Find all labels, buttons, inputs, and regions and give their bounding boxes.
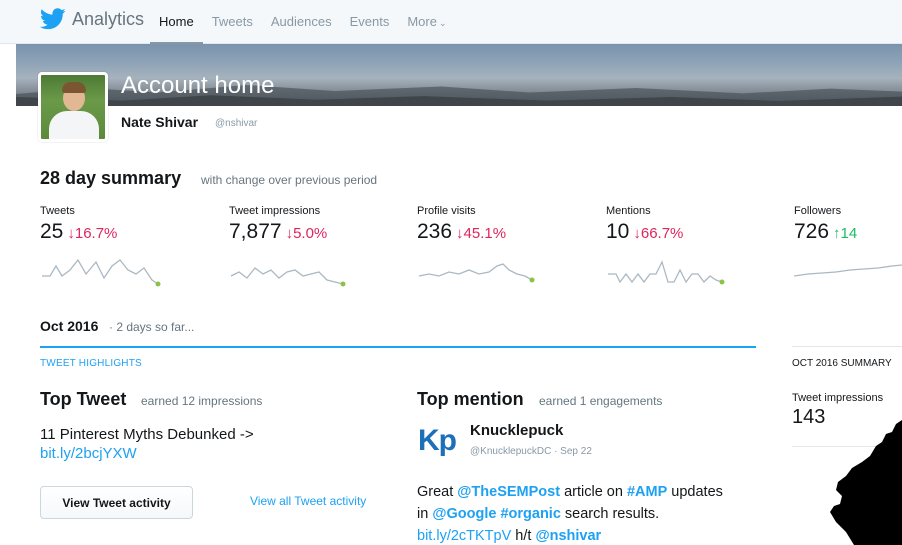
- stat-label: Followers: [794, 205, 842, 217]
- tab-home[interactable]: Home: [150, 0, 203, 45]
- month-impressions-value: 143: [792, 406, 826, 428]
- stat-label: Profile visits: [417, 205, 476, 217]
- stat-profile-visits[interactable]: Profile visits 236 ↓45.1%: [417, 205, 542, 292]
- stat-value: 25: [40, 220, 64, 243]
- highlights-label: TWEET HIGHLIGHTS: [40, 358, 142, 369]
- stat-change: ↓5.0%: [285, 225, 328, 242]
- stat-mentions[interactable]: Mentions 10 ↓66.7%: [606, 205, 731, 292]
- mention-url-link[interactable]: bit.ly/2cTKTpV: [417, 528, 511, 544]
- tab-tweets[interactable]: Tweets: [203, 0, 262, 44]
- avatar-hair: [62, 82, 86, 93]
- stat-value: 7,877: [229, 220, 282, 243]
- stat-value: 236: [417, 220, 453, 243]
- top-tweet-text[interactable]: 11 Pinterest Myths Debunked ->: [40, 424, 254, 445]
- stat-label: Tweet impressions: [229, 205, 321, 217]
- user-name[interactable]: Nate Shivar: [121, 114, 198, 130]
- mention-author-handle: @KnucklepuckDC · Sep 22: [470, 446, 592, 457]
- stat-followers[interactable]: Followers 726 ↑14: [794, 205, 902, 292]
- top-nav: Analytics Home Tweets Audiences Events M…: [0, 0, 902, 45]
- month-summary-label: OCT 2016 SUMMARY: [792, 358, 892, 369]
- month-heading: Oct 2016: [40, 318, 99, 334]
- avatar-shirt: [49, 111, 99, 139]
- brand[interactable]: Analytics: [40, 8, 144, 30]
- stat-label: Tweets: [40, 205, 75, 217]
- summary-subheading: with change over previous period: [201, 173, 378, 187]
- stat-value: 10: [606, 220, 630, 243]
- summary-heading: 28 day summary: [40, 168, 182, 188]
- sparkline-followers: [794, 264, 902, 277]
- mention-avatar-logo[interactable]: Kp: [418, 424, 457, 458]
- mention-link-thesempost[interactable]: @TheSEMPost: [457, 484, 560, 500]
- view-tweet-activity-button[interactable]: View Tweet activity: [40, 486, 193, 519]
- nav-tabs: Home Tweets Audiences Events More ⌄: [150, 0, 456, 45]
- mention-text-part: article on: [560, 484, 627, 500]
- mention-link-nshivar[interactable]: @nshivar: [535, 528, 601, 544]
- sparkline-mentions: [608, 260, 725, 285]
- tab-more-label: More: [407, 14, 437, 29]
- top-mention-subheading: earned 1 engagements: [539, 394, 663, 408]
- top-tweet-subheading: earned 12 impressions: [141, 394, 263, 408]
- twitter-bird-icon: [40, 8, 66, 30]
- mention-link-google[interactable]: @Google: [432, 506, 496, 522]
- stat-impressions[interactable]: Tweet impressions 7,877 ↓5.0%: [229, 205, 354, 292]
- sparkline-profile-visits: [418, 263, 535, 283]
- top-tweet-link[interactable]: bit.ly/2bcjYXW: [40, 445, 137, 462]
- hashtag-amp[interactable]: #AMP: [627, 484, 667, 500]
- month-subheading: · 2 days so far...: [109, 320, 195, 334]
- sparkline-impressions: [230, 267, 346, 287]
- month-impressions-label: Tweet impressions: [792, 392, 884, 404]
- stat-change: ↓45.1%: [456, 225, 507, 242]
- highlights-divider: [40, 346, 756, 348]
- tab-events[interactable]: Events: [341, 0, 399, 44]
- mention-text: Great @TheSEMPost article on #AMP update…: [417, 481, 727, 545]
- mention-text-part: search results.: [560, 506, 660, 522]
- top-mention-heading: Top mention: [417, 389, 524, 409]
- tab-audiences[interactable]: Audiences: [262, 0, 341, 44]
- top-tweet-heading: Top Tweet: [40, 389, 127, 409]
- view-all-tweet-activity-link[interactable]: View all Tweet activity: [250, 494, 366, 508]
- stat-change: ↓66.7%: [633, 225, 684, 242]
- stat-value: 726: [794, 220, 830, 243]
- tab-more[interactable]: More ⌄: [398, 0, 455, 44]
- mention-text-part: h/t: [511, 528, 536, 544]
- brand-label: Analytics: [72, 8, 145, 29]
- month-summary-divider: [792, 346, 902, 347]
- mention-author-name[interactable]: Knucklepuck: [470, 422, 563, 439]
- user-handle[interactable]: @nshivar: [215, 118, 257, 129]
- stat-label: Mentions: [606, 205, 651, 217]
- bear-silhouette-image: [830, 420, 902, 545]
- avatar[interactable]: [38, 72, 108, 142]
- page-title: Account home: [121, 72, 275, 99]
- hashtag-organic[interactable]: #organic: [500, 506, 560, 522]
- stat-change: ↑14: [833, 225, 858, 242]
- chevron-down-icon: ⌄: [438, 18, 447, 28]
- sparkline-tweets: [42, 258, 161, 287]
- stat-tweets[interactable]: Tweets 25 ↓16.7%: [40, 205, 165, 292]
- stat-change: ↓16.7%: [67, 225, 118, 242]
- mention-text-part: Great: [417, 484, 458, 500]
